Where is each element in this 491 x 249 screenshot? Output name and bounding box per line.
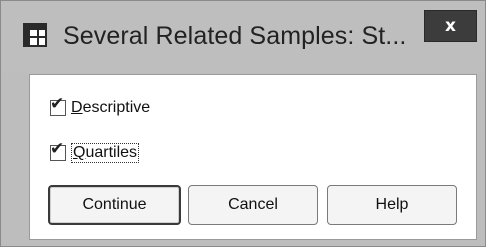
quartiles-label-text: uartiles: [85, 144, 138, 161]
close-button[interactable]: x: [424, 10, 477, 42]
descriptive-mnemonic: D: [71, 99, 83, 116]
descriptive-label: Descriptive: [71, 99, 150, 117]
checkmark-icon: ✔: [50, 139, 65, 159]
quartiles-mnemonic: Q: [73, 144, 86, 161]
page: Several Related Samples: St... x ✔ Descr…: [0, 0, 491, 249]
quartiles-label: Quartiles: [71, 143, 140, 163]
checkmark-icon: ✔: [50, 94, 65, 114]
help-button[interactable]: Help: [327, 185, 457, 225]
descriptive-label-text: escriptive: [82, 99, 151, 116]
table-grid-icon: [23, 23, 47, 47]
continue-button[interactable]: Continue: [48, 185, 181, 225]
title-bar[interactable]: Several Related Samples: St... x: [1, 1, 485, 73]
dialog-content: ✔ Descriptive ✔ Quartiles Continue Cance…: [29, 74, 477, 240]
dialog-title: Several Related Samples: St...: [63, 22, 407, 50]
cancel-button[interactable]: Cancel: [188, 185, 318, 225]
descriptive-option[interactable]: ✔ Descriptive: [50, 96, 150, 117]
descriptive-checkbox[interactable]: ✔: [50, 96, 66, 116]
quartiles-checkbox[interactable]: ✔: [50, 141, 66, 161]
dialog-window: Several Related Samples: St... x ✔ Descr…: [0, 0, 486, 247]
close-icon: x: [445, 15, 456, 36]
quartiles-option[interactable]: ✔ Quartiles: [50, 141, 140, 163]
